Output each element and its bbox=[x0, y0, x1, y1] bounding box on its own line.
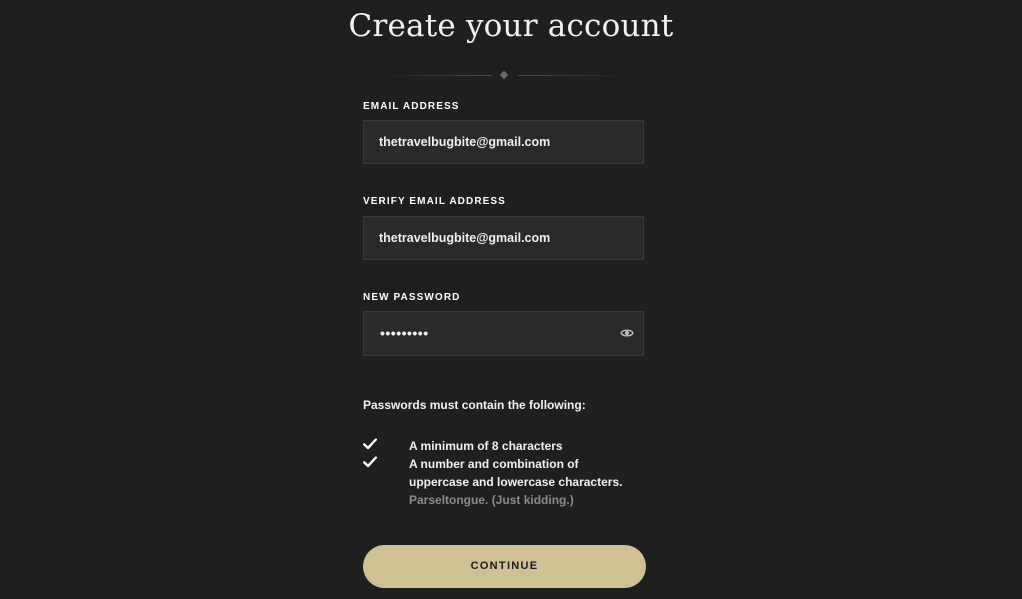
email-label: EMAIL ADDRESS bbox=[363, 101, 460, 112]
continue-button[interactable]: CONTINUE bbox=[363, 545, 646, 588]
requirement-line: A number and combination of bbox=[409, 457, 579, 471]
requirement-text: A number and combination of uppercase an… bbox=[409, 455, 649, 491]
create-account-page: Create your account EMAIL ADDRESS thetra… bbox=[0, 0, 1022, 599]
eye-icon[interactable] bbox=[620, 327, 634, 339]
checkmark-icon bbox=[363, 438, 377, 450]
verify-email-value: thetravelbugbite@gmail.com bbox=[379, 231, 551, 245]
divider-line-left bbox=[380, 75, 492, 76]
email-value: thetravelbugbite@gmail.com bbox=[379, 135, 551, 149]
ornamental-divider bbox=[380, 70, 630, 80]
checkmark-icon bbox=[363, 456, 377, 468]
password-masked-value: ••••••••• bbox=[380, 325, 429, 341]
password-label: NEW PASSWORD bbox=[363, 292, 461, 303]
verify-email-label: VERIFY EMAIL ADDRESS bbox=[363, 196, 506, 207]
divider-line-right bbox=[518, 75, 630, 76]
requirement-line: uppercase and lowercase characters. bbox=[409, 475, 623, 489]
diamond-icon bbox=[499, 70, 509, 80]
requirement-line: A minimum of 8 characters bbox=[409, 439, 563, 453]
password-field[interactable]: ••••••••• bbox=[363, 311, 644, 356]
page-title: Create your account bbox=[348, 8, 674, 44]
requirement-joke-text: Parseltongue. (Just kidding.) bbox=[409, 493, 574, 507]
password-rules-heading: Passwords must contain the following: bbox=[363, 398, 586, 412]
email-field[interactable]: thetravelbugbite@gmail.com bbox=[363, 120, 644, 164]
requirement-text: A minimum of 8 characters bbox=[409, 437, 649, 455]
verify-email-field[interactable]: thetravelbugbite@gmail.com bbox=[363, 216, 644, 260]
